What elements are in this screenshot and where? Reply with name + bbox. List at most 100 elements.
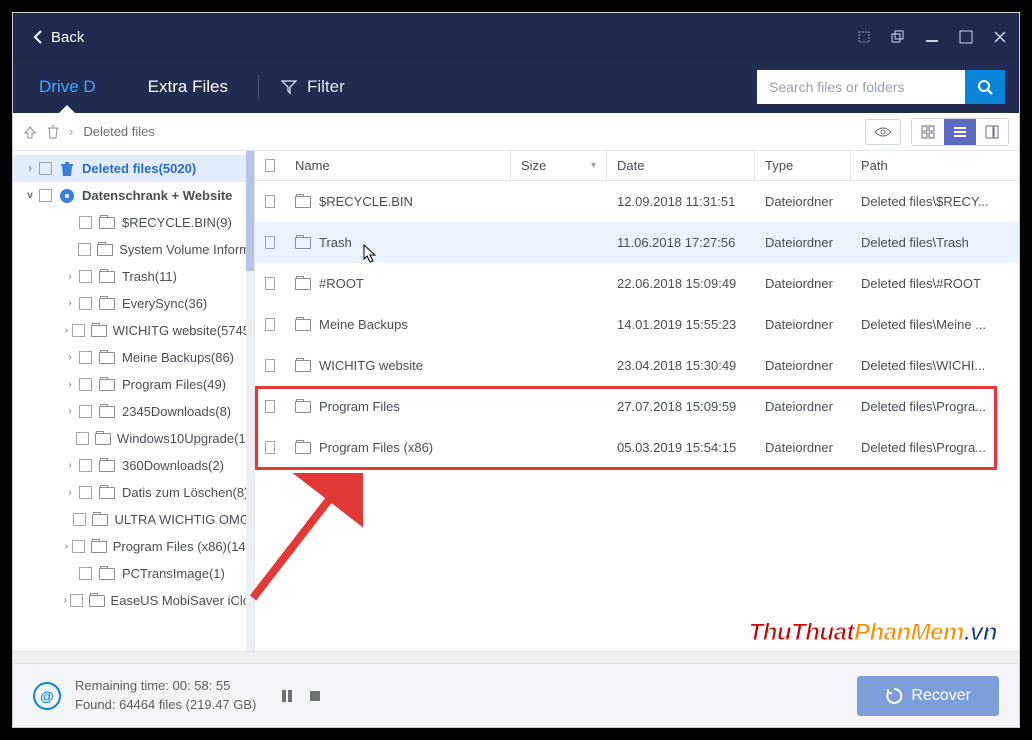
restore-icon[interactable] (891, 30, 905, 44)
up-arrow-icon[interactable] (23, 125, 37, 139)
tree-item[interactable]: ULTRA WICHTIG OMG (13, 506, 254, 533)
tree-label: Datenschrank + Website (82, 188, 232, 203)
tree-checkbox[interactable] (70, 594, 83, 607)
maximize-icon[interactable] (959, 30, 973, 44)
tree-item[interactable]: ›Deleted files(5020) (13, 155, 254, 182)
file-path: Deleted files\Progra... (851, 440, 1019, 455)
row-checkbox[interactable] (265, 236, 275, 249)
tree-item[interactable]: ›WICHITG website(5745 (13, 317, 254, 344)
tree-item[interactable]: System Volume Inform (13, 236, 254, 263)
file-type: Dateiordner (755, 194, 851, 209)
file-date: 11.06.2018 17:27:56 (607, 235, 755, 250)
tree-item[interactable]: ›EaseUS MobiSaver iClo (13, 587, 254, 614)
close-icon[interactable] (993, 30, 1007, 44)
file-type: Dateiordner (755, 399, 851, 414)
tree-checkbox[interactable] (39, 162, 52, 175)
column-size[interactable]: Size▾ (511, 151, 607, 180)
recover-button[interactable]: Recover (857, 676, 999, 716)
view-grid-button[interactable] (912, 119, 944, 145)
trash-icon[interactable] (47, 125, 59, 139)
tree-checkbox[interactable] (72, 324, 85, 337)
file-type: Dateiordner (755, 317, 851, 332)
row-checkbox[interactable] (265, 359, 275, 372)
tree-item[interactable]: vDatenschrank + Website (13, 182, 254, 209)
row-checkbox[interactable] (265, 277, 275, 290)
file-date: 22.06.2018 15:09:49 (607, 276, 755, 291)
search-input[interactable] (757, 70, 965, 104)
tab-extra-files[interactable]: Extra Files (122, 61, 254, 113)
tree-item[interactable]: $RECYCLE.BIN(9) (13, 209, 254, 236)
app-icon[interactable] (857, 30, 871, 44)
tree-label: Program Files(49) (122, 377, 226, 392)
tree-item[interactable]: ›360Downloads(2) (13, 452, 254, 479)
file-name: $RECYCLE.BIN (319, 194, 413, 209)
tree-checkbox[interactable] (79, 459, 92, 472)
table-row[interactable]: Meine Backups14.01.2019 15:55:23Dateiord… (255, 304, 1019, 345)
table-row[interactable]: Program Files (x86)05.03.2019 15:54:15Da… (255, 427, 1019, 468)
filter-button[interactable]: Filter (263, 77, 363, 97)
tree-checkbox[interactable] (79, 216, 92, 229)
row-checkbox[interactable] (265, 195, 275, 208)
tree-checkbox[interactable] (79, 486, 92, 499)
tree-checkbox[interactable] (79, 405, 92, 418)
table-row[interactable]: Trash 11.06.2018 17:27:56DateiordnerDelet… (255, 222, 1019, 263)
back-button[interactable]: Back (25, 25, 92, 50)
tree-item[interactable]: ›Program Files(49) (13, 371, 254, 398)
row-checkbox[interactable] (265, 400, 275, 413)
search-button[interactable] (965, 70, 1005, 104)
tree-checkbox[interactable] (78, 243, 91, 256)
tree-item[interactable]: ›Program Files (x86)(14) (13, 533, 254, 560)
tree-label: Datis zum Löschen(8) (122, 485, 248, 500)
folder-icon (295, 278, 311, 290)
file-path: Deleted files\Trash (851, 235, 1019, 250)
tree-label: WICHITG website(5745 (113, 323, 250, 338)
tree-checkbox[interactable] (79, 270, 92, 283)
file-type: Dateiordner (755, 235, 851, 250)
grid-icon (921, 125, 935, 139)
table-row[interactable]: #ROOT22.06.2018 15:09:49DateiordnerDelet… (255, 263, 1019, 304)
pause-icon[interactable] (280, 689, 294, 703)
tree-item[interactable]: ›2345Downloads(8) (13, 398, 254, 425)
tab-drive-d[interactable]: Drive D (13, 61, 122, 113)
scrollbar-thumb[interactable] (246, 151, 254, 271)
tree-item[interactable]: ›EverySync(36) (13, 290, 254, 317)
horizontal-scrollbar[interactable] (13, 651, 1019, 663)
row-checkbox[interactable] (265, 441, 275, 454)
tree-checkbox[interactable] (73, 513, 86, 526)
row-checkbox[interactable] (265, 318, 275, 331)
tree-checkbox[interactable] (79, 567, 92, 580)
column-name[interactable]: Name (285, 151, 511, 180)
column-type[interactable]: Type (755, 151, 851, 180)
file-name: WICHITG website (319, 358, 423, 373)
preview-toggle[interactable] (865, 119, 901, 145)
tree-checkbox[interactable] (79, 297, 92, 310)
tree-checkbox[interactable] (76, 432, 89, 445)
file-path: Deleted files\WICHI... (851, 358, 1019, 373)
found-count: Found: 64464 files (219.47 GB) (75, 696, 256, 714)
folder-icon (98, 406, 116, 418)
tree-item[interactable]: ›Trash(11) (13, 263, 254, 290)
tree-checkbox[interactable] (39, 189, 52, 202)
column-date[interactable]: Date (607, 151, 755, 180)
tree-item[interactable]: ›Datis zum Löschen(8) (13, 479, 254, 506)
tree-item[interactable]: ›Meine Backups(86) (13, 344, 254, 371)
tree-checkbox[interactable] (72, 540, 85, 553)
breadcrumb-location[interactable]: Deleted files (83, 124, 155, 139)
minimize-icon[interactable] (925, 30, 939, 44)
file-name: Trash (319, 235, 352, 250)
tree-checkbox[interactable] (79, 351, 92, 364)
table-row[interactable]: $RECYCLE.BIN12.09.2018 11:31:51Dateiordn… (255, 181, 1019, 222)
table-row[interactable]: Program Files27.07.2018 15:09:59Dateiord… (255, 386, 1019, 427)
tree-item[interactable]: PCTransImage(1) (13, 560, 254, 587)
folder-icon (58, 188, 76, 204)
tree-checkbox[interactable] (79, 378, 92, 391)
table-row[interactable]: WICHITG website23.04.2018 15:30:49Dateio… (255, 345, 1019, 386)
file-type: Dateiordner (755, 358, 851, 373)
file-name: Program Files (319, 399, 400, 414)
view-list-button[interactable] (944, 119, 976, 145)
view-detail-button[interactable] (976, 119, 1008, 145)
tree-item[interactable]: Windows10Upgrade(1) (13, 425, 254, 452)
select-all-checkbox[interactable] (265, 159, 275, 172)
column-path[interactable]: Path (851, 151, 1019, 180)
stop-icon[interactable] (308, 689, 322, 703)
